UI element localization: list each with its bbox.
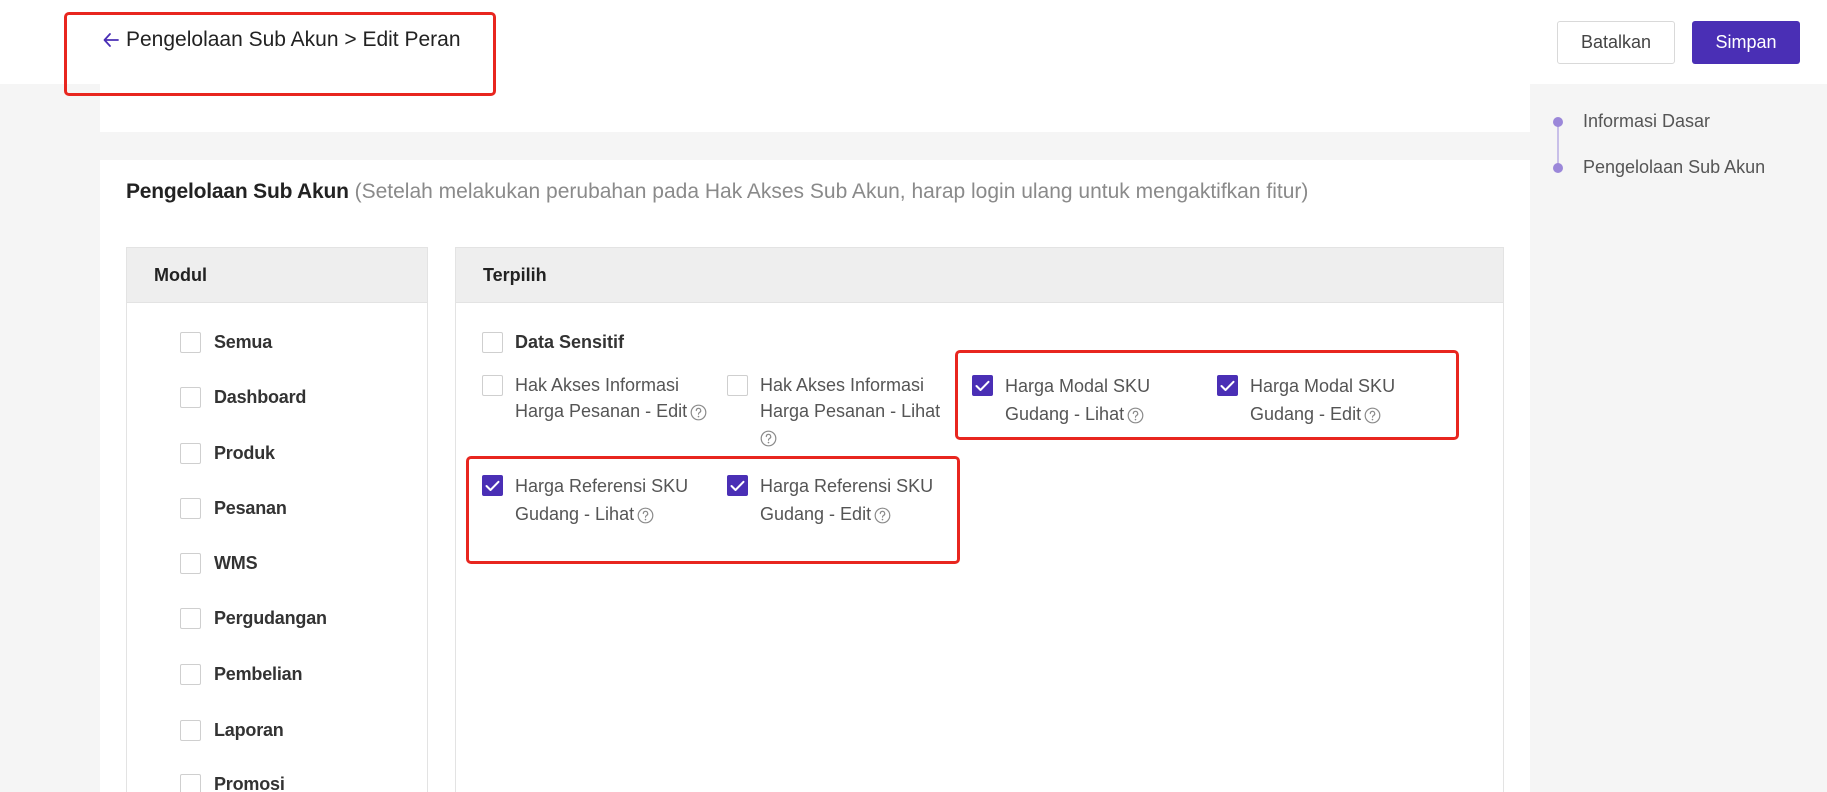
perm-label-line2: Gudang - Edit [760,504,872,524]
perm-sku-ref-edit[interactable]: Harga Referensi SKU Gudang - Edit [727,472,960,528]
perm-sku-cost-view[interactable]: Harga Modal SKU Gudang - Lihat [972,372,1205,428]
checkbox[interactable] [180,498,201,519]
checkbox[interactable] [180,774,201,792]
perm-label: Hak Akses Informasi Harga Pesanan - Liha… [760,372,960,450]
save-button[interactable]: Simpan [1692,21,1800,64]
modul-item-label: Semua [214,332,273,352]
modul-item-label: Pesanan [214,498,287,518]
section-title: Pengelolaan Sub Akun (Setelah melakukan … [126,180,1308,204]
checkbox[interactable] [180,608,201,629]
help-icon[interactable] [637,507,654,524]
modul-item-pesanan[interactable]: Pesanan [180,498,287,519]
modul-item-label: WMS [214,553,258,573]
modul-item-label: Pembelian [214,664,303,684]
arrow-left-icon[interactable] [100,29,122,51]
perm-label-line2: Harga Pesanan - Edit [515,401,688,421]
section-title-main: Pengelolaan Sub Akun [126,180,349,203]
check-icon [730,480,745,491]
perm-label-line1: Harga Modal SKU [1250,376,1396,396]
basic-info-card [100,84,1530,132]
nav-dot [1553,162,1563,173]
help-icon[interactable] [690,404,707,421]
perm-label-line2: Gudang - Edit [1250,404,1362,424]
section-title-note: (Setelah melakukan perubahan pada Hak Ak… [348,180,1309,203]
modul-item-pergudangan[interactable]: Pergudangan [180,608,327,629]
nav-dot [1553,116,1563,127]
perm-order-price-edit[interactable]: Hak Akses Informasi Harga Pesanan - Edit [482,372,715,424]
back-breadcrumb[interactable]: Pengelolaan Sub Akun > Edit Peran [100,28,461,52]
perm-label: Harga Referensi SKU Gudang - Lihat [515,472,715,528]
nav-item-basic-info[interactable]: Informasi Dasar [1550,111,1710,132]
perm-sku-cost-edit[interactable]: Harga Modal SKU Gudang - Edit [1217,372,1450,428]
perm-label-line2: Harga Pesanan - Lihat [760,401,941,421]
perm-label: Hak Akses Informasi Harga Pesanan - Edit [515,372,715,424]
right-nav [1530,84,1827,792]
perm-label-line1: Hak Akses Informasi [760,375,925,395]
checkbox-checked[interactable] [1217,375,1238,396]
perm-label-line1: Harga Referensi SKU [760,476,934,496]
checkbox-checked[interactable] [972,375,993,396]
data-sensitif-group[interactable]: Data Sensitif [482,332,624,353]
checkbox[interactable] [180,332,201,353]
checkbox-checked[interactable] [482,475,503,496]
checkbox[interactable] [482,332,503,353]
perm-label-line2: Gudang - Lihat [515,504,635,524]
perm-label-line1: Hak Akses Informasi [515,375,680,395]
modul-item-label: Laporan [214,720,284,740]
modul-panel: Modul [126,247,428,792]
checkbox[interactable] [180,553,201,574]
perm-sku-ref-view[interactable]: Harga Referensi SKU Gudang - Lihat [482,472,715,528]
checkbox[interactable] [180,664,201,685]
checkbox[interactable] [180,387,201,408]
nav-item-label: Informasi Dasar [1583,111,1711,131]
modul-item-label: Pergudangan [214,608,327,628]
group-label: Data Sensitif [515,332,625,352]
help-icon[interactable] [1127,407,1144,424]
modul-item-label: Produk [214,443,275,463]
modul-item-pembelian[interactable]: Pembelian [180,664,302,685]
help-icon[interactable] [1364,407,1381,424]
perm-order-price-view[interactable]: Hak Akses Informasi Harga Pesanan - Liha… [727,372,960,450]
check-icon [975,380,990,391]
check-icon [485,480,500,491]
check-icon [1220,380,1235,391]
perm-label-line2: Gudang - Lihat [1005,404,1125,424]
checkbox[interactable] [482,375,503,396]
modul-item-label: Dashboard [214,387,307,407]
modul-panel-header: Modul [127,248,427,303]
perm-label: Harga Modal SKU Gudang - Edit [1250,372,1450,428]
modul-item-label: Promosi [214,774,285,792]
help-icon[interactable] [874,507,891,524]
modul-item-promosi[interactable]: Promosi [180,774,285,792]
checkbox[interactable] [180,720,201,741]
perm-label: Harga Referensi SKU Gudang - Edit [760,472,960,528]
breadcrumb: Pengelolaan Sub Akun > Edit Peran [126,28,461,51]
checkbox[interactable] [180,443,201,464]
modul-item-produk[interactable]: Produk [180,443,275,464]
perm-label: Harga Modal SKU Gudang - Lihat [1005,372,1205,428]
checkbox-checked[interactable] [727,475,748,496]
modul-item-wms[interactable]: WMS [180,553,258,574]
modul-item-dashboard[interactable]: Dashboard [180,387,306,408]
nav-item-label: Pengelolaan Sub Akun [1583,157,1766,177]
perm-label-line1: Harga Modal SKU [1005,376,1151,396]
help-icon[interactable] [760,430,777,447]
modul-item-laporan[interactable]: Laporan [180,720,284,741]
terpilih-panel-header: Terpilih [456,248,1503,303]
cancel-button[interactable]: Batalkan [1557,21,1675,64]
nav-item-sub-account[interactable]: Pengelolaan Sub Akun [1550,157,1765,178]
perm-label-line1: Harga Referensi SKU [515,476,689,496]
modul-item-semua[interactable]: Semua [180,332,272,353]
checkbox[interactable] [727,375,748,396]
